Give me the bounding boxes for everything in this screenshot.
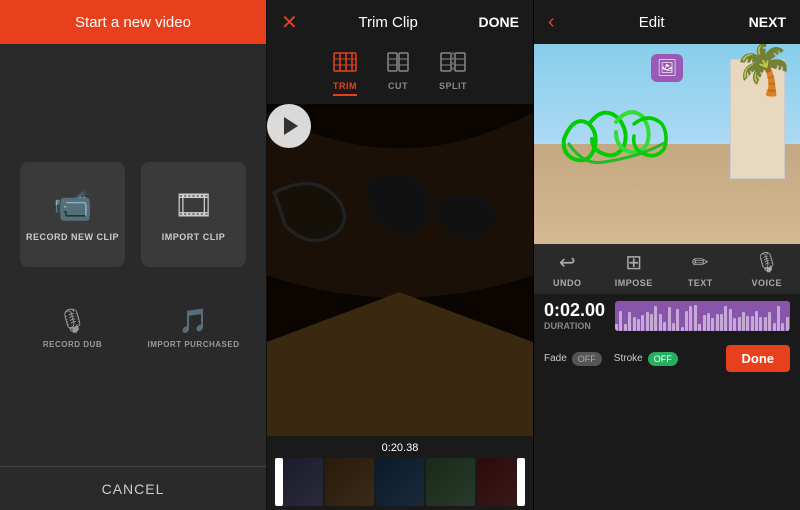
duration-display: 0:02.00 DURATION bbox=[544, 300, 605, 331]
panel3-header: ‹ Edit NEXT bbox=[534, 0, 800, 44]
back-icon[interactable]: ‹ bbox=[548, 11, 555, 34]
image-icon: 🖼 bbox=[657, 58, 677, 78]
fade-toggle-row: Fade OFF bbox=[544, 352, 602, 366]
graffiti-overlay bbox=[554, 94, 674, 194]
cancel-label[interactable]: CANCEL bbox=[102, 481, 165, 497]
undo-icon: ↩ bbox=[559, 250, 576, 275]
record-dub-button[interactable]: 🎙 RECORD DUB bbox=[20, 307, 125, 349]
camera-icon: 📹 bbox=[53, 186, 93, 224]
timeline-thumbnails bbox=[275, 458, 525, 506]
record-dub-label: RECORD DUB bbox=[43, 340, 102, 349]
duration-bar: 0:02.00 DURATION bbox=[534, 294, 800, 337]
text-icon: ✏ bbox=[692, 250, 709, 275]
stroke-toggle[interactable]: OFF bbox=[648, 352, 678, 366]
text-label: TEXT bbox=[688, 278, 713, 288]
panel3-title: Edit bbox=[639, 14, 665, 31]
voice-icon: 🎙 bbox=[754, 250, 779, 275]
beach-scene: 🌴 🖼 bbox=[534, 44, 800, 244]
import-btn-label: IMPORT CLIP bbox=[162, 232, 226, 242]
record-btn-label: RECORD NEW CLIP bbox=[26, 232, 119, 242]
voice-button[interactable]: 🎙 VOICE bbox=[742, 250, 792, 288]
panel2-title: Trim Clip bbox=[358, 14, 417, 31]
import-purchased-label: IMPORT PURCHASED bbox=[147, 340, 239, 349]
timeline-area: 0:20.38 bbox=[267, 436, 533, 510]
tab-cut-label: CUT bbox=[388, 81, 408, 91]
trim-tabs: TRIM CUT bbox=[267, 44, 533, 104]
thumb-3 bbox=[376, 458, 424, 506]
trim-icon bbox=[333, 52, 357, 78]
panel1-title: Start a new video bbox=[75, 14, 191, 31]
split-icon bbox=[440, 52, 466, 78]
impose-icon: ⊞ bbox=[625, 250, 642, 275]
panel-trim-clip: ✕ Trim Clip DONE TRIM bbox=[267, 0, 534, 510]
small-button-row: 🎙 RECORD DUB 🎵 IMPORT PURCHASED bbox=[20, 307, 246, 349]
trim-done-button[interactable]: DONE bbox=[479, 14, 519, 30]
film-icon: 🎞 bbox=[173, 186, 214, 224]
undo-label: UNDO bbox=[553, 278, 582, 288]
panel-new-video: Start a new video 📹 RECORD NEW CLIP 🎞 IM… bbox=[0, 0, 267, 510]
music-icon: 🎵 bbox=[179, 307, 209, 336]
thumb-2 bbox=[325, 458, 373, 506]
panel1-footer: CANCEL bbox=[0, 466, 266, 510]
edit-tools-bar: ↩ UNDO ⊞ IMPOSE ✏ TEXT 🎙 VOICE bbox=[534, 244, 800, 294]
fade-label: Fade bbox=[544, 353, 567, 364]
panel1-header: Start a new video bbox=[0, 0, 266, 44]
cut-icon bbox=[387, 52, 409, 78]
tab-trim[interactable]: TRIM bbox=[333, 52, 357, 96]
edit-footer: Fade OFF Stroke OFF Done bbox=[534, 337, 800, 380]
play-button[interactable] bbox=[267, 104, 311, 148]
trim-handle-left[interactable] bbox=[275, 458, 283, 506]
tab-cut[interactable]: CUT bbox=[387, 52, 409, 96]
duration-time-value: 0:02.00 bbox=[544, 300, 605, 321]
tab-split-label: SPLIT bbox=[439, 81, 467, 91]
undo-button[interactable]: ↩ UNDO bbox=[542, 250, 592, 288]
stroke-toggle-row: Stroke OFF bbox=[614, 352, 678, 366]
text-button[interactable]: ✏ TEXT bbox=[675, 250, 725, 288]
audio-waveform bbox=[615, 301, 790, 331]
tab-trim-label: TRIM bbox=[333, 81, 357, 91]
main-button-row: 📹 RECORD NEW CLIP 🎞 IMPORT CLIP bbox=[20, 162, 246, 267]
edit-video-preview: 🌴 🌴 🖼 bbox=[534, 44, 800, 244]
thumb-4 bbox=[426, 458, 474, 506]
next-button[interactable]: NEXT bbox=[749, 14, 786, 30]
fade-toggle[interactable]: OFF bbox=[572, 352, 602, 366]
panel2-header: ✕ Trim Clip DONE bbox=[267, 0, 533, 44]
duration-label: DURATION bbox=[544, 321, 605, 331]
photo-overlay-icon[interactable]: 🖼 bbox=[651, 54, 683, 82]
panel1-content: 📹 RECORD NEW CLIP 🎞 IMPORT CLIP 🎙 RECORD… bbox=[0, 44, 266, 466]
trim-handle-right[interactable] bbox=[517, 458, 525, 506]
impose-button[interactable]: ⊞ IMPOSE bbox=[609, 250, 659, 288]
palm-tree-icon: 🌴 bbox=[733, 44, 795, 94]
microphone-icon: 🎙 bbox=[57, 307, 87, 336]
panel-edit: ‹ Edit NEXT 🌴 🌴 🖼 bbox=[534, 0, 800, 510]
close-icon[interactable]: ✕ bbox=[281, 10, 298, 35]
video-frame bbox=[267, 104, 533, 436]
stroke-label: Stroke bbox=[614, 353, 643, 364]
import-clip-button[interactable]: 🎞 IMPORT CLIP bbox=[141, 162, 246, 267]
impose-label: IMPOSE bbox=[615, 278, 653, 288]
timeline-timestamp: 0:20.38 bbox=[275, 442, 525, 454]
import-purchased-button[interactable]: 🎵 IMPORT PURCHASED bbox=[141, 307, 246, 349]
record-new-clip-button[interactable]: 📹 RECORD NEW CLIP bbox=[20, 162, 125, 267]
tab-split[interactable]: SPLIT bbox=[439, 52, 467, 96]
done-button[interactable]: Done bbox=[726, 345, 791, 372]
video-preview bbox=[267, 104, 533, 436]
voice-label: VOICE bbox=[751, 278, 782, 288]
